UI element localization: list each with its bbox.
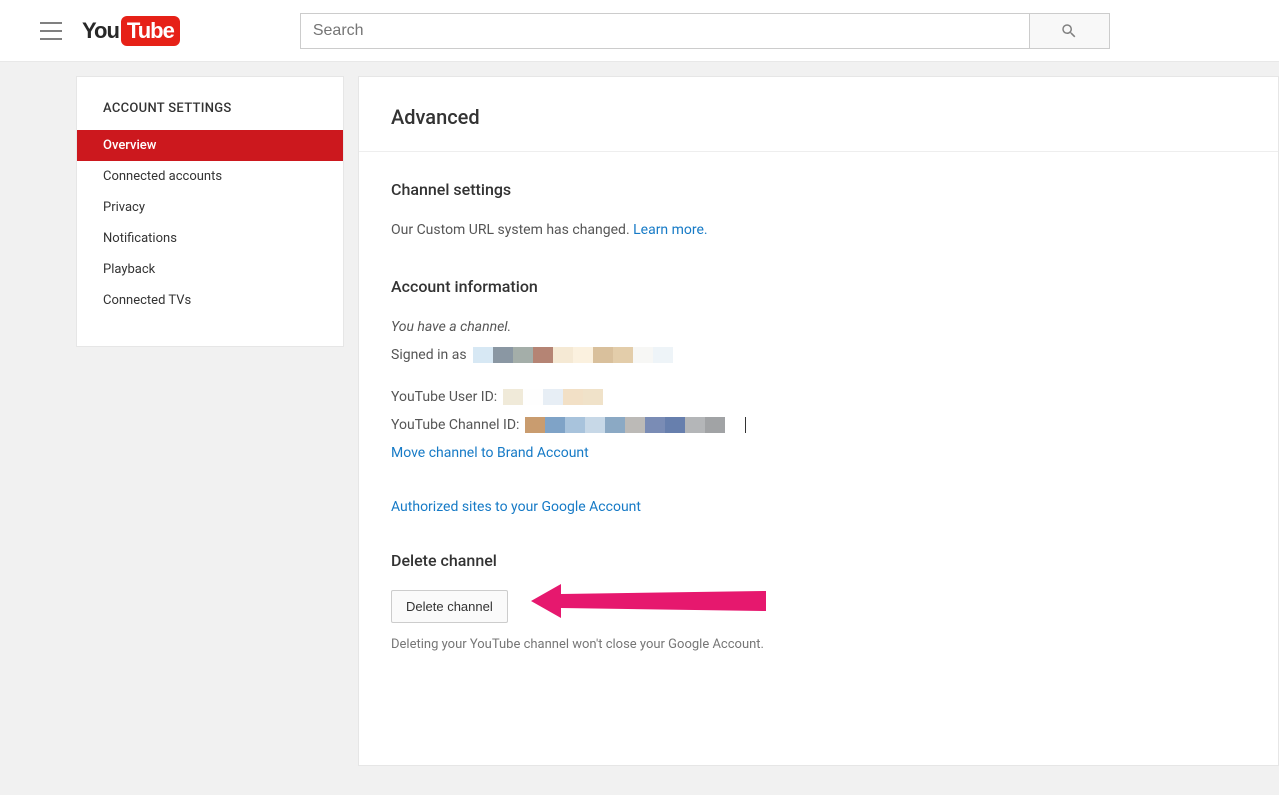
authorized-sites-link[interactable]: Authorized sites to your Google Account xyxy=(391,499,641,515)
sidebar-item-connected-accounts[interactable]: Connected accounts xyxy=(77,161,343,192)
menu-icon[interactable] xyxy=(40,22,62,40)
move-channel-link[interactable]: Move channel to Brand Account xyxy=(391,445,589,461)
page-title: Advanced xyxy=(359,77,1278,152)
sidebar-item-privacy[interactable]: Privacy xyxy=(77,192,343,223)
search-icon xyxy=(1060,22,1078,40)
channel-id-row: YouTube Channel ID: xyxy=(391,417,1246,433)
annotation-arrow xyxy=(531,578,771,628)
sidebar-item-notifications[interactable]: Notifications xyxy=(77,223,343,254)
delete-channel-button[interactable]: Delete channel xyxy=(391,590,508,623)
sidebar-item-overview[interactable]: Overview xyxy=(77,130,343,161)
main-panel: Advanced Channel settings Our Custom URL… xyxy=(358,76,1279,766)
sidebar: ACCOUNT SETTINGS Overview Connected acco… xyxy=(76,76,344,347)
custom-url-text: Our Custom URL system has changed. Learn… xyxy=(391,219,1246,241)
delete-disclaimer: Deleting your YouTube channel won't clos… xyxy=(391,637,1246,652)
sidebar-item-connected-tvs[interactable]: Connected TVs xyxy=(77,285,343,316)
text-cursor xyxy=(745,417,746,433)
sidebar-title: ACCOUNT SETTINGS xyxy=(77,77,343,130)
has-channel-text: You have a channel. xyxy=(391,316,1246,338)
logo-text-you: You xyxy=(82,18,119,44)
logo-text-tube: Tube xyxy=(121,16,180,46)
sidebar-item-playback[interactable]: Playback xyxy=(77,254,343,285)
account-info-title: Account information xyxy=(391,277,1246,296)
channel-settings-title: Channel settings xyxy=(391,180,1246,199)
delete-channel-title: Delete channel xyxy=(391,551,1246,570)
signed-in-row: Signed in as xyxy=(391,347,1246,363)
search-input[interactable] xyxy=(300,13,1030,49)
redacted-email xyxy=(473,347,673,363)
search-button[interactable] xyxy=(1030,13,1110,49)
youtube-logo[interactable]: You Tube xyxy=(82,16,180,46)
learn-more-link[interactable]: Learn more. xyxy=(633,222,708,238)
redacted-user-id xyxy=(503,389,603,405)
user-id-row: YouTube User ID: xyxy=(391,389,1246,405)
redacted-channel-id xyxy=(525,417,725,433)
